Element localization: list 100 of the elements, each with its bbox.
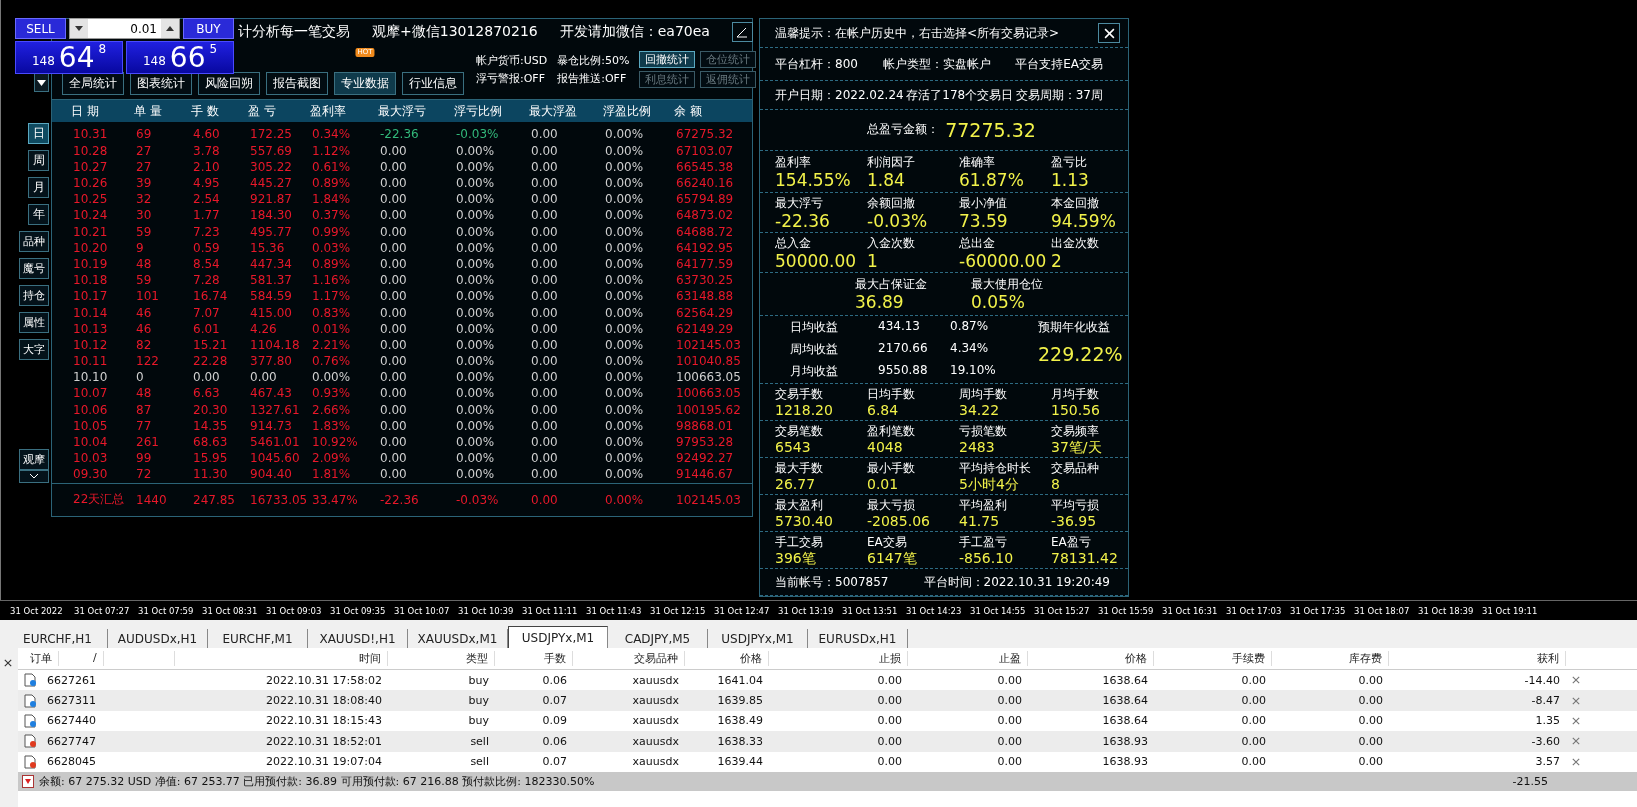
table-cell-text: 97953.28	[676, 435, 735, 450]
chart-tab[interactable]: USDJPYx,M1	[508, 626, 608, 648]
sell-button[interactable]: SELL	[15, 18, 66, 39]
metric-label: 平均盈利	[959, 496, 1008, 514]
filter-button[interactable]: 持仓	[19, 285, 49, 306]
order-icon	[24, 754, 37, 769]
close-button[interactable]	[1098, 23, 1120, 43]
column-header[interactable]: 获利	[1389, 651, 1566, 666]
table-cell-text: 0.00%	[456, 435, 496, 450]
table-cell-text: 0.00	[876, 694, 903, 708]
period-tab[interactable]: 年	[28, 204, 49, 225]
column-header[interactable]: 价格	[685, 651, 769, 666]
resize-button[interactable]	[731, 21, 753, 42]
column-header: 手 数	[191, 102, 220, 120]
column-header[interactable]: 库存费	[1272, 651, 1389, 666]
toolbar-button[interactable]: 风险回朔	[198, 71, 260, 95]
metric-label: 最大使用仓位	[971, 276, 1043, 294]
table-cell-text: 2.54	[193, 192, 221, 207]
decrease-icon[interactable]	[75, 26, 83, 31]
table-cell-text: 557.69	[250, 143, 293, 158]
toolbar-button[interactable]: 报告截图	[266, 71, 328, 95]
column-header[interactable]: 手续费	[1154, 651, 1272, 666]
toolbar-button[interactable]: 行业信息	[402, 71, 464, 95]
table-cell-text: 10.21	[73, 224, 109, 239]
column-header[interactable]: 价格	[1028, 651, 1154, 666]
column-header[interactable]: 止损	[769, 651, 908, 666]
metric-label: 交易频率	[1051, 422, 1100, 440]
table-cell-text: 1638.49	[716, 714, 764, 728]
filter-button[interactable]: 品种	[19, 231, 49, 252]
column-header: 盈利率	[310, 102, 347, 120]
table-cell-text: 10.14	[73, 305, 109, 320]
metric-value: 434.13	[878, 319, 921, 335]
table-cell-text: 0.00%	[605, 257, 645, 271]
collapse-button[interactable]	[19, 470, 49, 483]
column-header[interactable]: 交易品种	[573, 651, 685, 666]
buy-button[interactable]: BUY	[183, 18, 234, 39]
filter-button[interactable]: 魔号	[19, 258, 49, 279]
watch-button[interactable]: 观摩	[19, 449, 49, 470]
metric-value: 77275.32	[945, 119, 1036, 141]
period-tab[interactable]: 日	[28, 123, 49, 144]
table-cell-text: 0.00%	[456, 240, 496, 255]
column-header[interactable]: 止盈	[908, 651, 1028, 666]
table-cell-text: 0.00	[380, 176, 408, 191]
table-cell-text: 0.83%	[312, 305, 352, 320]
table-cell-text: 0.00	[380, 418, 408, 433]
table-cell-text: 0.01%	[312, 321, 352, 336]
table-cell-text: 0.59	[193, 240, 221, 255]
table-cell-text: 2.10	[193, 159, 221, 174]
column-header: 单 量	[134, 102, 163, 120]
table-cell-text: 0.37%	[312, 208, 352, 223]
metric-label: 盈利笔数	[867, 422, 916, 440]
table-cell-text: 445.27	[250, 176, 293, 191]
column-header[interactable]: 时间	[175, 651, 388, 666]
increase-icon[interactable]	[166, 26, 174, 31]
table-cell-text: 62149.29	[676, 321, 735, 336]
period-tab[interactable]: 周	[28, 150, 49, 171]
table-cell-text: 0.00	[531, 305, 559, 320]
toolbar-button[interactable]: 专业数据	[334, 71, 396, 95]
close-icon[interactable]	[4, 659, 12, 667]
table-cell-text: 10.06	[73, 402, 109, 417]
table-cell-text: 0.00	[876, 734, 903, 748]
summary-cell-text: -0.03%	[456, 492, 500, 507]
metric-value: 4048	[867, 439, 904, 456]
table-cell-text: 0.89%	[312, 176, 352, 191]
metric-value: 8	[1051, 476, 1061, 493]
time-axis-label: 31 Oct 18:39	[1418, 605, 1475, 616]
table-cell-text: 914.73	[250, 418, 293, 433]
caret-icon	[37, 79, 46, 86]
table-cell-text: 377.80	[250, 354, 293, 369]
table-cell-text: 1104.18	[250, 337, 301, 352]
balance-summary: 余额: 67 275.32 USD 净值: 67 253.77 已用预付款: 36.89 可用预付款: 67 216.88 预付款比例: 182330.50%	[39, 773, 595, 789]
column-header[interactable]: 订单	[24, 651, 59, 666]
filter-button[interactable]: 属性	[19, 312, 49, 333]
filter-button[interactable]: 大字	[19, 339, 49, 360]
stat-button[interactable]: 回撤统计	[639, 51, 696, 69]
metric-value: 61.87%	[959, 170, 1025, 190]
metric-label: 总出金	[959, 234, 996, 252]
column-header: 浮亏比例	[454, 102, 503, 120]
table-cell-text: 581.37	[250, 273, 293, 288]
table-cell-text: 92492.27	[676, 451, 735, 466]
table-cell-text: 0.00%	[605, 224, 645, 239]
metric-value: 73.59	[959, 211, 1009, 231]
table-cell-text: 0.03%	[312, 240, 352, 255]
volume-spinner[interactable]: 0.01	[69, 18, 180, 39]
table-cell-text: 0.00	[380, 402, 408, 417]
table-cell-text: 0.00%	[456, 386, 496, 401]
period-tab[interactable]: 月	[28, 177, 49, 198]
table-cell-text: 1.84%	[312, 192, 352, 207]
table-cell-text: 0.00	[531, 386, 559, 401]
table-cell-text: 0.00%	[605, 240, 645, 255]
table-cell-text: 0.07	[541, 755, 568, 769]
metric-value: 1	[867, 251, 879, 271]
table-cell-text: 415.00	[250, 305, 293, 320]
time-axis-label: 31 Oct 12:15	[650, 605, 707, 616]
metric-label: 日均手数	[867, 385, 916, 403]
price-prefix: 148	[31, 54, 55, 68]
table-cell-text: 0.00%	[605, 208, 645, 223]
metric-value: -0.03%	[867, 211, 929, 231]
column-header[interactable]: 类型	[388, 651, 495, 666]
column-header[interactable]: 手数	[495, 651, 573, 666]
